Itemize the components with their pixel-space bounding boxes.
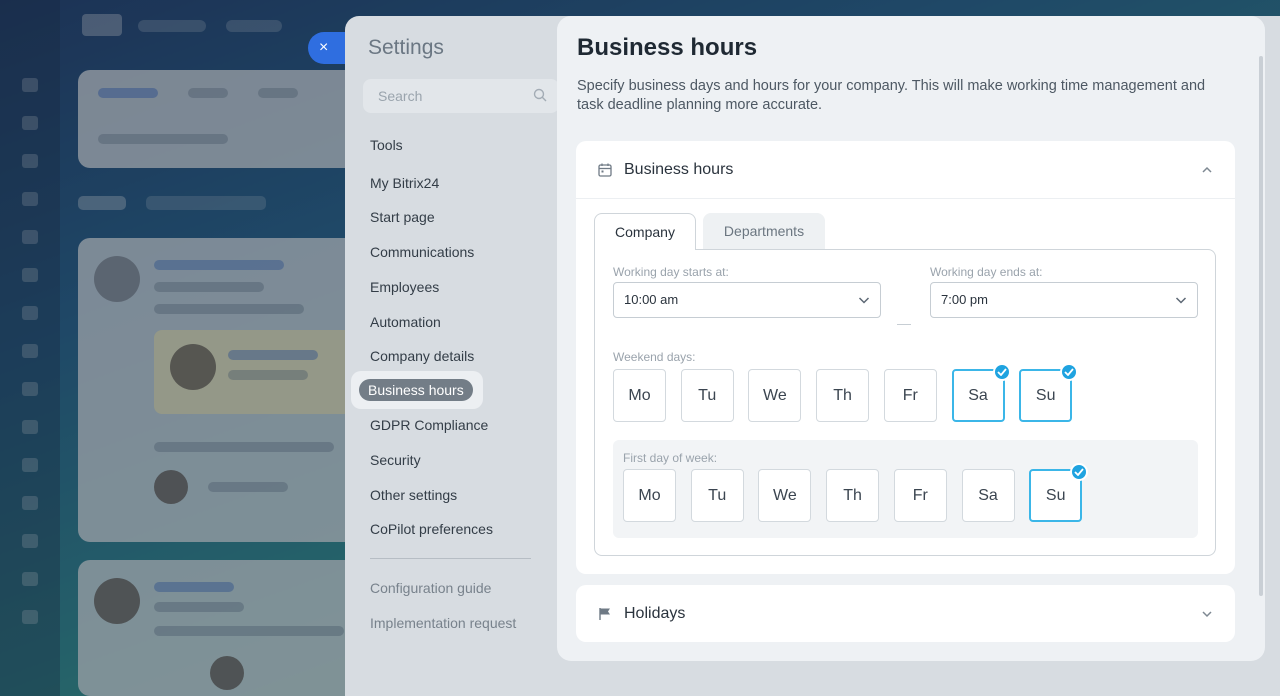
tab-company[interactable]: Company	[594, 213, 696, 250]
checkmark-icon	[1060, 363, 1079, 381]
page-title: Business hours	[577, 34, 758, 61]
day-label: Su	[1035, 387, 1056, 404]
search-icon	[533, 88, 547, 102]
weekend-days-label: Weekend days:	[613, 350, 696, 364]
weekend-day-th-toggle[interactable]: Th	[816, 369, 870, 422]
nav-item-my-bitrix24[interactable]: My Bitrix24	[370, 175, 439, 191]
search-input[interactable]	[363, 79, 523, 113]
nav-item-implementation-request[interactable]: Implementation request	[370, 615, 516, 631]
weekend-day-we-toggle[interactable]: We	[748, 369, 802, 422]
day-label: Th	[833, 387, 852, 404]
first-day-we-toggle[interactable]: We	[758, 469, 812, 522]
company-tab-panel: Working day starts at: 10:00 am Working …	[594, 249, 1216, 556]
nav-item-other-settings[interactable]: Other settings	[370, 487, 457, 503]
nav-item-employees[interactable]: Employees	[370, 279, 439, 295]
checkmark-icon	[1070, 463, 1089, 481]
start-time-label: Working day starts at:	[613, 265, 729, 279]
day-label: Tu	[708, 487, 727, 504]
day-label: Mo	[638, 487, 661, 504]
nav-item-label: Business hours	[359, 379, 473, 401]
first-day-tu-toggle[interactable]: Tu	[690, 469, 744, 522]
settings-title: Settings	[368, 36, 444, 59]
first-day-th-toggle[interactable]: Th	[826, 469, 880, 522]
day-label: Fr	[902, 387, 918, 404]
nav-item-gdpr[interactable]: GDPR Compliance	[370, 417, 488, 433]
end-time-value: 7:00 pm	[941, 292, 988, 307]
start-time-value: 10:00 am	[624, 292, 679, 307]
day-label: Su	[1045, 487, 1066, 504]
close-icon: ×	[319, 39, 329, 56]
weekend-day-tu-toggle[interactable]: Tu	[680, 369, 734, 422]
weekend-day-mo-toggle[interactable]: Mo	[613, 369, 666, 422]
weekend-day-fr-toggle[interactable]: Fr	[883, 369, 937, 422]
nav-item-company-details[interactable]: Company details	[370, 348, 474, 364]
business-hours-card-header[interactable]: Business hours	[576, 141, 1235, 199]
day-label: Sa	[978, 487, 998, 504]
chevron-down-icon	[1175, 297, 1187, 304]
first-day-fr-toggle[interactable]: Fr	[893, 469, 947, 522]
first-day-mo-toggle[interactable]: Mo	[623, 469, 676, 522]
day-label: We	[773, 487, 797, 504]
nav-item-configuration-guide[interactable]: Configuration guide	[370, 580, 491, 596]
nav-item-copilot-preferences[interactable]: CoPilot preferences	[370, 521, 493, 537]
weekend-day-su-toggle[interactable]: Su	[1019, 363, 1079, 422]
first-day-label: First day of week:	[623, 451, 718, 465]
time-range-dash	[897, 324, 911, 325]
first-day-of-week-box: First day of week: Mo Tu We Th Fr Sa Su	[613, 440, 1198, 538]
tab-departments[interactable]: Departments	[703, 213, 825, 249]
chevron-down-icon	[858, 297, 870, 304]
chevron-up-icon[interactable]	[1201, 164, 1213, 176]
holidays-card[interactable]: Holidays	[576, 585, 1235, 642]
chevron-down-icon[interactable]	[1201, 608, 1213, 620]
nav-item-tools[interactable]: Tools	[370, 137, 403, 153]
day-label: Fr	[912, 487, 928, 504]
nav-item-communications[interactable]: Communications	[370, 244, 474, 260]
card-title: Business hours	[624, 161, 734, 178]
nav-divider	[370, 558, 531, 559]
day-label: Mo	[628, 387, 651, 404]
end-time-select[interactable]: 7:00 pm	[930, 282, 1198, 318]
day-label: We	[763, 387, 787, 404]
day-label: Th	[843, 487, 862, 504]
checkmark-icon	[992, 363, 1011, 381]
first-day-sa-toggle[interactable]: Sa	[961, 469, 1015, 522]
first-day-su-toggle[interactable]: Su	[1029, 463, 1089, 522]
page-description: Specify business days and hours for your…	[577, 78, 1206, 113]
day-label: Tu	[698, 387, 717, 404]
holidays-title: Holidays	[624, 605, 686, 622]
flag-icon	[599, 608, 610, 620]
nav-item-business-hours[interactable]: Business hours	[351, 371, 483, 409]
business-hours-page: Business hours Specify business days and…	[557, 16, 1265, 661]
nav-item-automation[interactable]: Automation	[370, 314, 441, 330]
settings-search[interactable]	[363, 79, 559, 113]
business-hours-card: Business hours Company Departments Worki…	[576, 141, 1235, 574]
calendar-icon	[598, 163, 612, 177]
nav-item-start-page[interactable]: Start page	[370, 209, 435, 225]
scrollbar[interactable]	[1259, 56, 1263, 596]
nav-item-security[interactable]: Security	[370, 452, 421, 468]
day-label: Sa	[968, 387, 988, 404]
start-time-select[interactable]: 10:00 am	[613, 282, 881, 318]
weekend-day-sa-toggle[interactable]: Sa	[951, 363, 1011, 422]
end-time-label: Working day ends at:	[930, 265, 1043, 279]
